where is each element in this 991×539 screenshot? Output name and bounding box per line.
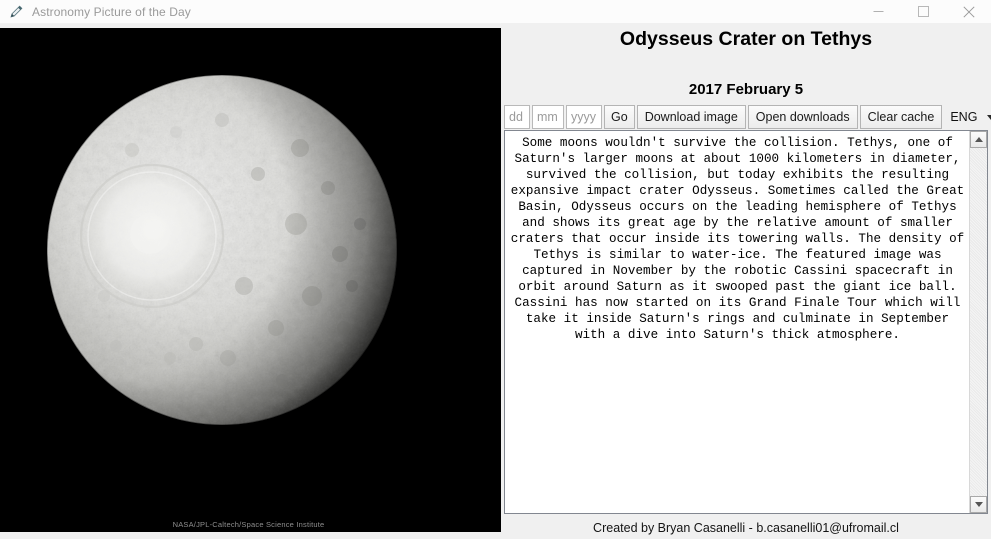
content-panel: Odysseus Crater on Tethys 2017 February …: [501, 23, 991, 539]
description-text: Some moons wouldn't survive the collisio…: [510, 136, 965, 342]
window-controls: [856, 0, 991, 23]
scroll-down-button[interactable]: [970, 496, 987, 513]
description-scrollbar[interactable]: [969, 131, 987, 513]
scroll-up-button[interactable]: [970, 131, 987, 148]
close-icon: [962, 5, 975, 18]
minimize-button[interactable]: [856, 0, 901, 23]
apod-image-panel[interactable]: NASA/JPL-Caltech/Space Science Institute: [0, 28, 501, 532]
go-button[interactable]: Go: [604, 105, 635, 129]
clear-cache-button[interactable]: Clear cache: [859, 105, 943, 129]
toolbar: dd mm yyyy Go Download image Open downlo…: [504, 105, 991, 129]
language-select-value: ENG: [950, 110, 978, 124]
minimize-icon: [873, 11, 884, 12]
image-watermark: NASA/JPL-Caltech/Space Science Institute: [172, 520, 325, 529]
chevron-down-icon: [987, 114, 991, 120]
title-bar: Astronomy Picture of the Day: [0, 0, 991, 24]
tethys-image: [0, 28, 501, 532]
tethys-moon-graphic: [0, 28, 501, 532]
day-input[interactable]: dd: [504, 105, 530, 129]
year-input[interactable]: yyyy: [566, 105, 602, 129]
maximize-button[interactable]: [901, 0, 946, 23]
scrollbar-track[interactable]: [970, 148, 987, 496]
description-textbox[interactable]: Some moons wouldn't survive the collisio…: [504, 130, 988, 514]
page-title: Odysseus Crater on Tethys: [619, 28, 873, 50]
maximize-icon: [918, 6, 929, 17]
description-scroll-area: Some moons wouldn't survive the collisio…: [505, 131, 969, 513]
scroll-down-icon: [974, 502, 983, 507]
language-select[interactable]: ENG: [944, 105, 991, 129]
download-image-button[interactable]: Download image: [636, 105, 746, 129]
scroll-up-icon: [974, 137, 983, 142]
footer-bar: Created by Bryan Casanelli - b.casanelli…: [501, 516, 991, 539]
open-downloads-button[interactable]: Open downloads: [747, 105, 858, 129]
page-date: 2017 February 5: [688, 81, 804, 98]
month-input[interactable]: mm: [532, 105, 564, 129]
window-title: Astronomy Picture of the Day: [32, 4, 191, 19]
comet-icon: [10, 5, 23, 18]
image-bottom-strip: [0, 532, 501, 539]
app-window: Astronomy Picture of the Day NASA/JPL-Ca…: [0, 0, 991, 539]
close-button[interactable]: [946, 0, 991, 23]
footer-credit: Created by Bryan Casanelli - b.casanelli…: [593, 520, 899, 535]
